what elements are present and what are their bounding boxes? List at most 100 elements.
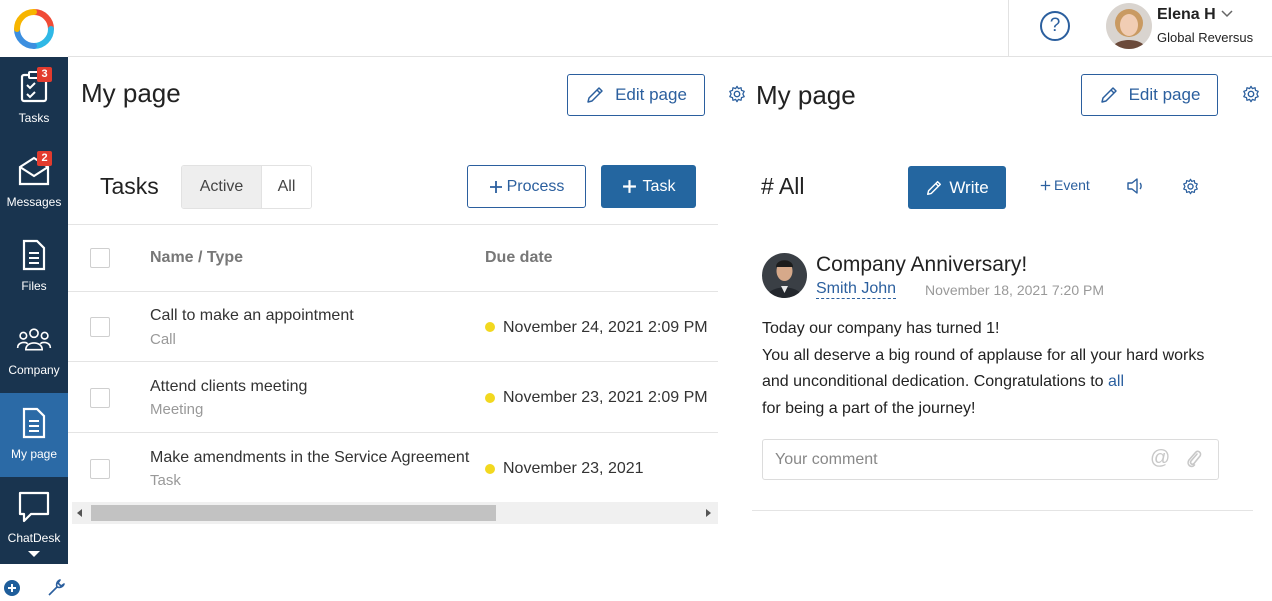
nav-label: Files [21, 279, 47, 293]
plus-icon [489, 180, 502, 193]
row-divider [68, 361, 718, 362]
row-checkbox[interactable] [90, 388, 110, 408]
top-bar: ? Elena H Global Reversus [68, 0, 1272, 57]
top-divider [1008, 0, 1009, 57]
user-company: Global Reversus [1157, 30, 1254, 45]
task-name[interactable]: Make amendments in the Service Agreement [150, 449, 469, 467]
chat-icon [16, 489, 52, 525]
nav-item-messages[interactable]: 2 Messages [0, 141, 68, 225]
tasks-badge: 3 [37, 67, 52, 82]
gear-icon[interactable] [1182, 178, 1199, 195]
feed-title: # All [761, 173, 805, 199]
help-button[interactable]: ? [1040, 11, 1070, 41]
post-line: You all deserve a big round of applause … [762, 346, 1205, 391]
app-logo[interactable] [0, 0, 68, 57]
task-filter-tabs: Active All [181, 165, 312, 209]
file-icon [16, 237, 52, 273]
comment-box[interactable]: @ [762, 439, 1219, 480]
nav-more-arrow-icon[interactable] [28, 551, 40, 557]
post-line: for being a part of the journey! [762, 399, 976, 417]
tab-active[interactable]: Active [182, 166, 262, 208]
nav-item-chatdesk[interactable]: ChatDesk [0, 477, 68, 561]
tab-all[interactable]: All [262, 166, 311, 208]
task-name[interactable]: Attend clients meeting [150, 378, 307, 396]
row-divider [68, 432, 718, 433]
scroll-left-icon[interactable] [77, 509, 82, 517]
pencil-icon [1100, 87, 1117, 103]
write-label: Write [949, 177, 989, 197]
task-type: Task [150, 472, 181, 489]
nav-label: Tasks [18, 111, 50, 125]
select-all-checkbox[interactable] [90, 248, 110, 268]
post-body: Today our company has turned 1! You all … [762, 316, 1232, 422]
nav-label: My page [10, 447, 58, 461]
scroll-right-icon[interactable] [706, 509, 711, 517]
add-process-label: Process [506, 177, 565, 195]
rail-bottom-tools [0, 566, 68, 601]
nav-item-my-page[interactable]: My page [0, 393, 68, 477]
horizontal-scrollbar[interactable] [72, 502, 718, 524]
nav-label: ChatDesk [7, 531, 61, 545]
comment-input[interactable] [763, 440, 1143, 479]
add-event-label: Event [1054, 177, 1090, 193]
column-header-due[interactable]: Due date [485, 249, 553, 267]
task-type: Meeting [150, 401, 204, 418]
speaker-icon[interactable] [1127, 178, 1145, 194]
nav-item-company[interactable]: Company [0, 309, 68, 393]
page-icon [16, 405, 52, 441]
scrollbar-thumb[interactable] [91, 505, 496, 521]
wrench-icon[interactable] [46, 578, 66, 598]
due-status-dot [485, 464, 495, 474]
main-nav: 3 Tasks 2 Messages Files Company My page… [0, 57, 68, 564]
plus-icon [622, 180, 636, 193]
gear-icon[interactable] [1242, 85, 1260, 103]
nav-label: Company [8, 363, 60, 377]
edit-page-label: Edit page [615, 85, 687, 104]
add-task-button[interactable]: Task [601, 165, 696, 208]
mention-at-icon[interactable]: @ [1150, 447, 1170, 470]
row-checkbox[interactable] [90, 317, 110, 337]
left-rail: 3 Tasks 2 Messages Files Company My page… [0, 0, 68, 601]
add-circle-icon[interactable] [4, 580, 20, 596]
mention-link[interactable]: all [1108, 373, 1124, 390]
task-name[interactable]: Call to make an appointment [150, 307, 354, 325]
post-date: November 18, 2021 7:20 PM [925, 282, 1104, 298]
gear-icon[interactable] [728, 85, 746, 103]
task-due-date: November 23, 2021 2:09 PM [503, 389, 708, 406]
task-due-date: November 23, 2021 [503, 460, 644, 477]
column-header-name[interactable]: Name / Type [150, 249, 243, 267]
post-author-avatar[interactable] [762, 253, 807, 298]
write-button[interactable]: Write [908, 166, 1006, 209]
add-event-button[interactable]: Event [1040, 177, 1090, 193]
post-line: Today our company has turned 1! [762, 320, 1000, 337]
add-process-button[interactable]: Process [467, 165, 586, 208]
paperclip-icon[interactable] [1185, 449, 1203, 469]
page-title-left: My page [81, 78, 181, 108]
author-photo-icon [762, 253, 807, 298]
due-status-dot [485, 322, 495, 332]
nav-item-tasks[interactable]: 3 Tasks [0, 57, 68, 141]
post-title[interactable]: Company Anniversary! [816, 253, 1027, 277]
task-type: Call [150, 331, 176, 348]
logo-icon [14, 8, 54, 49]
user-photo-icon [1106, 3, 1152, 49]
nav-item-files[interactable]: Files [0, 225, 68, 309]
people-icon [16, 321, 52, 357]
edit-page-button-right[interactable]: Edit page [1081, 74, 1218, 116]
row-checkbox[interactable] [90, 459, 110, 479]
chevron-down-icon[interactable] [1221, 10, 1233, 18]
messages-icon: 2 [16, 151, 52, 189]
messages-badge: 2 [37, 151, 52, 166]
post-author-link[interactable]: Smith John [816, 280, 897, 299]
pencil-icon [927, 180, 942, 195]
user-avatar[interactable] [1106, 3, 1152, 49]
pencil-icon [587, 87, 603, 103]
edit-page-button-left[interactable]: Edit page [567, 74, 705, 116]
table-divider [68, 224, 718, 225]
page-title-right: My page [756, 80, 856, 110]
post-paragraph: You all deserve a big round of applause … [762, 343, 1232, 396]
table-divider [68, 291, 718, 292]
user-name[interactable]: Elena H [1157, 6, 1216, 24]
task-due-date: November 24, 2021 2:09 PM [503, 319, 708, 336]
due-status-dot [485, 393, 495, 403]
